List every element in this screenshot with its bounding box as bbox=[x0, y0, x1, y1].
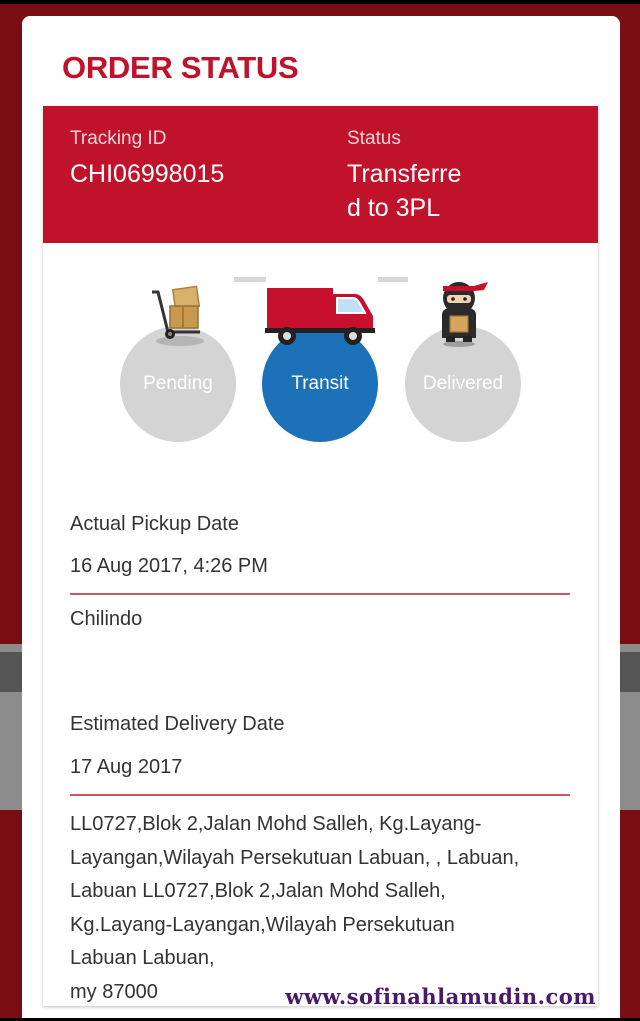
address-line: Labuan Labuan, bbox=[70, 947, 215, 969]
address-line: Layangan,Wilayah Persekutuan Labuan, , L… bbox=[70, 846, 520, 869]
tracking-id-label: Tracking ID bbox=[70, 128, 167, 149]
delivery-address: LL0727,Blok 2,Jalan Mohd Salleh, Kg.Laya… bbox=[70, 808, 580, 1009]
status-label: Status bbox=[347, 128, 401, 149]
watermark: www.sofinahlamudin.com bbox=[285, 984, 596, 1009]
tracking-header: Tracking ID CHI06998015 Status Transferr… bbox=[43, 106, 598, 243]
pickup-divider bbox=[70, 593, 570, 595]
delivery-truck-icon bbox=[265, 286, 377, 351]
address-line: Labuan LL0727,Blok 2,Jalan Mohd Salleh, bbox=[70, 880, 446, 902]
background-band-right bbox=[620, 652, 640, 692]
pickup-date-value: 16 Aug 2017, 4:26 PM bbox=[70, 555, 268, 577]
page-title: ORDER STATUS bbox=[62, 50, 299, 85]
hand-truck-boxes-icon bbox=[148, 284, 208, 351]
delivery-divider bbox=[70, 794, 570, 796]
step-delivered-label: Delivered bbox=[422, 373, 504, 394]
delivery-date-label: Estimated Delivery Date bbox=[70, 713, 285, 735]
delivery-date-value: 17 Aug 2017 bbox=[70, 756, 183, 778]
progress-connector-1 bbox=[234, 277, 266, 282]
tracking-id-value: CHI06998015 bbox=[70, 160, 225, 188]
status-value-line1: Transferre bbox=[347, 160, 462, 188]
step-transit-label: Transit bbox=[291, 373, 349, 394]
pickup-date-label: Actual Pickup Date bbox=[70, 513, 239, 535]
frame-top bbox=[0, 0, 640, 4]
progress-connector-2 bbox=[378, 277, 408, 282]
address-line: Kg.Layang-Layangan,Wilayah Persekutuan bbox=[70, 913, 455, 936]
address-line: LL0727,Blok 2,Jalan Mohd Salleh, Kg.Laya… bbox=[70, 813, 482, 835]
step-pending-label: Pending bbox=[143, 373, 213, 394]
pickup-location: Chilindo bbox=[70, 608, 143, 630]
status-value-line2: d to 3PL bbox=[347, 194, 441, 222]
background-band-left bbox=[0, 652, 22, 692]
ninja-courier-icon bbox=[434, 280, 490, 353]
